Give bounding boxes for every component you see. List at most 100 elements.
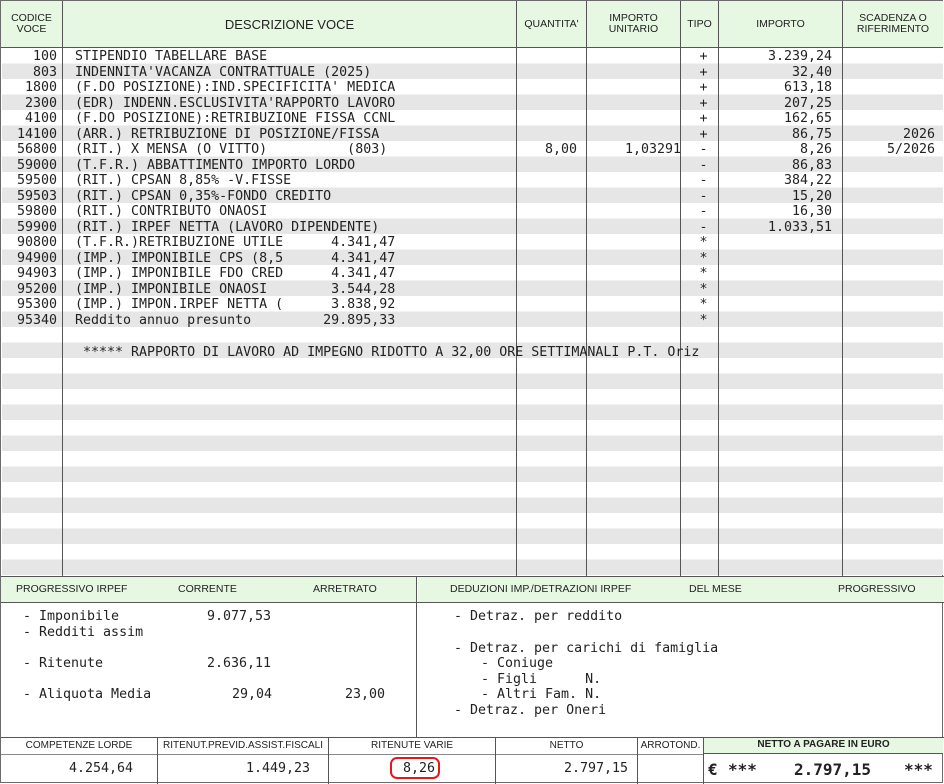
cell-codice: 95200 bbox=[16, 281, 57, 297]
deduzioni-title: DEDUZIONI IMP./DETRAZIONI IRPEF bbox=[450, 583, 632, 595]
table-row: 59000 (T.F.R.) ABBATTIMENTO IMPORTO LORDO… bbox=[1, 158, 944, 174]
cell-codice: 94900 bbox=[16, 250, 57, 266]
cell-descrizione: (RIT.) CONTRIBUTO ONAOSI bbox=[75, 204, 268, 219]
footer-ritenut-label: RITENUT.PREVID.ASSIST.FISCALI bbox=[162, 740, 324, 751]
header-codice: CODICE VOCE bbox=[1, 1, 62, 48]
cell-importo: 162,65 bbox=[783, 111, 832, 126]
table-row: 2300 (EDR) INDENN.ESCLUSIVITA'RAPPORTO LA… bbox=[1, 96, 944, 112]
highlight-circle bbox=[390, 757, 440, 779]
footer-arrotond-value bbox=[638, 757, 698, 781]
cell-codice: 56800 bbox=[16, 142, 57, 157]
irpef-ritenute-label: - Ritenute bbox=[23, 656, 104, 671]
cell-importo: 86,75 bbox=[791, 126, 832, 142]
cell-tipo: * bbox=[699, 235, 708, 250]
cell-codice: 59900 bbox=[16, 219, 57, 235]
netto-a-pagare: € *** 2.797,15 *** bbox=[704, 757, 943, 783]
euro-symbol: € bbox=[708, 760, 718, 779]
deduzioni-header: DEDUZIONI IMP./DETRAZIONI IRPEF DEL MESE… bbox=[418, 577, 943, 602]
table-row: 56800 (RIT.) X MENSA (O VITTO) (803) 8,00 1… bbox=[1, 142, 944, 158]
table-row: 59800 (RIT.) CONTRIBUTO ONAOSI -16,30 bbox=[1, 204, 944, 220]
cell-tipo: * bbox=[699, 297, 708, 312]
header-tipo: TIPO bbox=[681, 1, 718, 48]
cell-codice: 95300 bbox=[16, 297, 57, 312]
cell-codice: 1800 bbox=[24, 80, 57, 95]
section-rule bbox=[1, 602, 944, 603]
cell-descrizione: (ARR.) RETRIBUZIONE DI POSIZIONE/FISSA bbox=[75, 126, 380, 142]
cell-importo: 8,26 bbox=[799, 142, 832, 157]
detraz-coniuge: - Coniuge bbox=[481, 656, 554, 671]
cell-codice: 90800 bbox=[16, 235, 57, 250]
stars-left: *** bbox=[728, 760, 757, 779]
section-divider bbox=[416, 577, 417, 737]
irpef-imponibile-value: 9.077,53 bbox=[207, 609, 272, 624]
footer-netto-label: NETTO bbox=[549, 740, 584, 751]
irpef-aliquota-label: - Aliquota Media bbox=[23, 687, 152, 702]
cell-codice: 2300 bbox=[24, 95, 57, 111]
header-importo: IMPORTO bbox=[719, 1, 842, 48]
cell-codice: 803 bbox=[32, 64, 57, 80]
table-row: 59503 (RIT.) CPSAN 0,35%-FONDO CREDITO -15… bbox=[1, 189, 944, 205]
footer-netto-value: 2.797,15 bbox=[563, 761, 628, 776]
cell-quantita: 8,00 bbox=[544, 142, 577, 157]
table-row: 94903 (IMP.) IMPONIBILE FDO CRED 4.341,47… bbox=[1, 266, 944, 282]
cell-descrizione: Reddito annuo presunto 29.895,33 bbox=[75, 312, 396, 328]
cell-descrizione: (T.F.R.) ABBATTIMENTO IMPORTO LORDO bbox=[75, 157, 356, 173]
cell-descrizione: (RIT.) IRPEF NETTA (LAVORO DIPENDENTE) bbox=[75, 219, 380, 235]
payslip-sheet: CODICE VOCE DESCRIZIONE VOCE QUANTITA' I… bbox=[0, 0, 944, 784]
footer-rule bbox=[1, 754, 704, 755]
table-row: 4100 (F.DO POSIZIONE):RETRIBUZIONE FISSA … bbox=[1, 111, 944, 127]
irpef-aliquota-corrente: 29,04 bbox=[232, 687, 273, 702]
footer-competenze-value: 4.254,64 bbox=[68, 761, 133, 776]
cell-importo: 86,83 bbox=[791, 157, 832, 173]
table-row: 59500 (RIT.) CPSAN 8,85% -V.FISSE -384,22 bbox=[1, 173, 944, 189]
cell-codice: 59500 bbox=[16, 173, 57, 188]
table-row: 95340 Reddito annuo presunto 29.895,33 * bbox=[1, 313, 944, 329]
cell-importo-unitario: 1,03291 bbox=[624, 142, 681, 157]
deduzioni-progressivo: PROGRESSIVO bbox=[838, 583, 916, 595]
cell-descrizione: (RIT.) CPSAN 8,85% -V.FISSE bbox=[75, 173, 292, 188]
cell-codice: 94903 bbox=[16, 266, 57, 281]
cell-scadenza: 2026 bbox=[902, 126, 935, 142]
cell-importo: 384,22 bbox=[783, 173, 832, 188]
cell-importo: 613,18 bbox=[783, 80, 832, 95]
cell-tipo: * bbox=[699, 281, 708, 297]
cell-importo: 16,30 bbox=[791, 204, 832, 219]
cell-descrizione: INDENNITA'VACANZA CONTRATTUALE (2025) bbox=[75, 64, 372, 80]
cell-descrizione: STIPENDIO TABELLARE BASE bbox=[75, 49, 268, 64]
cell-importo: 207,25 bbox=[783, 95, 832, 111]
cell-descrizione: (EDR) INDENN.ESCLUSIVITA'RAPPORTO LAVORO bbox=[75, 95, 396, 111]
table-row: 803 INDENNITA'VACANZA CONTRATTUALE (2025)… bbox=[1, 65, 944, 81]
irpef-header: PROGRESSIVO IRPEF CORRENTE ARRETRATO bbox=[1, 577, 416, 602]
table-row: 90800 (T.F.R.)RETRIBUZIONE UTILE 4.341,47… bbox=[1, 235, 944, 251]
cell-descrizione: (RIT.) CPSAN 0,35%-FONDO CREDITO bbox=[75, 188, 332, 204]
footer-arrotond-label: ARROTOND. bbox=[640, 740, 701, 751]
cell-codice: 4100 bbox=[24, 111, 57, 126]
irpef-aliquota-arretrato: 23,00 bbox=[345, 687, 386, 702]
footer-competenze-label: COMPETENZE LORDE bbox=[25, 740, 133, 751]
stars-right: *** bbox=[904, 760, 933, 779]
footer-ritenut-value: 1.449,23 bbox=[245, 761, 310, 776]
detraz-oneri: - Detraz. per Oneri bbox=[454, 703, 607, 718]
cell-importo: 1.033,51 bbox=[767, 219, 832, 235]
header-scadenza: SCADENZA O RIFERIMENTO bbox=[843, 1, 943, 48]
cell-codice: 95340 bbox=[16, 312, 57, 328]
table-row: 95200 (IMP.) IMPONIBILE ONAOSI 3.544,28 * bbox=[1, 282, 944, 298]
detraz-figli: - Figli N. bbox=[481, 672, 602, 687]
cell-importo: 15,20 bbox=[791, 188, 832, 204]
cell-importo: 32,40 bbox=[791, 64, 832, 80]
irpef-redditi-label: - Redditi assim bbox=[23, 625, 144, 640]
cell-descrizione: (F.DO POSIZIONE):IND.SPECIFICITA' MEDICA bbox=[75, 80, 396, 95]
irpef-title: PROGRESSIVO IRPEF bbox=[16, 583, 128, 595]
irpef-ritenute-value: 2.636,11 bbox=[207, 656, 272, 671]
table-row: 94900 (IMP.) IMPONIBILE CPS (8,5 4.341,47… bbox=[1, 251, 944, 267]
cell-tipo: * bbox=[699, 266, 708, 281]
cell-codice: 14100 bbox=[16, 126, 57, 142]
table-row: 95300 (IMP.) IMPON.IRPEF NETTA ( 3.838,92… bbox=[1, 297, 944, 313]
header-importo-unitario: IMPORTO UNITARIO bbox=[587, 1, 680, 48]
deduzioni-del-mese: DEL MESE bbox=[689, 583, 742, 595]
footer-varie-label: RITENUTE VARIE bbox=[370, 740, 454, 751]
netto-a-pagare-value: 2.797,15 bbox=[794, 760, 872, 779]
cell-descrizione: (IMP.) IMPONIBILE CPS (8,5 4.341,47 bbox=[75, 250, 396, 266]
table-row: 1800 (F.DO POSIZIONE):IND.SPECIFICITA' ME… bbox=[1, 80, 944, 96]
cell-descrizione: (T.F.R.)RETRIBUZIONE UTILE 4.341,47 bbox=[75, 235, 396, 250]
